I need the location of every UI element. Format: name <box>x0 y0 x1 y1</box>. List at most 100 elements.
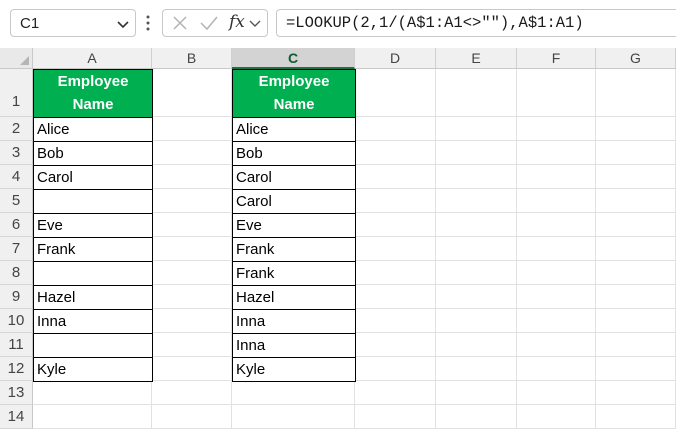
row-header-5[interactable]: 5 <box>0 189 33 213</box>
cell-f1[interactable] <box>517 69 596 117</box>
cell-c2[interactable]: Alice <box>232 117 356 142</box>
chevron-down-icon[interactable] <box>248 16 262 30</box>
row-header-11[interactable]: 11 <box>0 333 33 357</box>
cell-f12[interactable] <box>517 357 596 381</box>
cell-a3[interactable]: Bob <box>33 141 153 166</box>
row-header-2[interactable]: 2 <box>0 117 33 141</box>
column-header-g[interactable]: G <box>596 48 676 69</box>
cell-c7[interactable]: Frank <box>232 237 356 262</box>
cell-c4[interactable]: Carol <box>232 165 356 190</box>
cell-f13[interactable] <box>517 381 596 405</box>
row-header-12[interactable]: 12 <box>0 357 33 381</box>
cell-d1[interactable] <box>355 69 436 117</box>
cell-b12[interactable] <box>152 357 232 381</box>
cell-b13[interactable] <box>152 381 232 405</box>
cell-b9[interactable] <box>152 285 232 309</box>
cell-a12[interactable]: Kyle <box>33 357 153 382</box>
cell-e11[interactable] <box>436 333 517 357</box>
cell-e1[interactable] <box>436 69 517 117</box>
cell-e5[interactable] <box>436 189 517 213</box>
cell-g13[interactable] <box>596 381 676 405</box>
cell-b6[interactable] <box>152 213 232 237</box>
cell-f8[interactable] <box>517 261 596 285</box>
row-header-9[interactable]: 9 <box>0 285 33 309</box>
cell-f3[interactable] <box>517 141 596 165</box>
cell-c8[interactable]: Frank <box>232 261 356 286</box>
cell-b14[interactable] <box>152 405 232 429</box>
cell-c9[interactable]: Hazel <box>232 285 356 310</box>
cell-f4[interactable] <box>517 165 596 189</box>
cell-d4[interactable] <box>355 165 436 189</box>
cell-b3[interactable] <box>152 141 232 165</box>
column-header-a[interactable]: A <box>33 48 152 69</box>
cell-g2[interactable] <box>596 117 676 141</box>
cell-g1[interactable] <box>596 69 676 117</box>
name-box[interactable]: C1 <box>10 9 136 37</box>
cell-a10[interactable]: Inna <box>33 309 153 334</box>
cell-g4[interactable] <box>596 165 676 189</box>
cell-d2[interactable] <box>355 117 436 141</box>
cell-g9[interactable] <box>596 285 676 309</box>
close-icon[interactable] <box>171 14 189 32</box>
cell-g6[interactable] <box>596 213 676 237</box>
cell-e6[interactable] <box>436 213 517 237</box>
cell-d9[interactable] <box>355 285 436 309</box>
cell-a14[interactable] <box>33 405 152 429</box>
cell-d11[interactable] <box>355 333 436 357</box>
cell-f14[interactable] <box>517 405 596 429</box>
cell-d8[interactable] <box>355 261 436 285</box>
column-header-d[interactable]: D <box>355 48 436 69</box>
cell-d7[interactable] <box>355 237 436 261</box>
check-icon[interactable] <box>199 14 219 32</box>
table-header-cell-c1[interactable]: Employee Name <box>232 69 356 118</box>
cell-a9[interactable]: Hazel <box>33 285 153 310</box>
cell-f7[interactable] <box>517 237 596 261</box>
cell-b2[interactable] <box>152 117 232 141</box>
cell-c12[interactable]: Kyle <box>232 357 356 382</box>
cell-a13[interactable] <box>33 381 152 405</box>
table-header-cell-a1[interactable]: Employee Name <box>33 69 153 118</box>
cell-f5[interactable] <box>517 189 596 213</box>
cell-g11[interactable] <box>596 333 676 357</box>
cell-e3[interactable] <box>436 141 517 165</box>
vertical-dots-icon[interactable] <box>143 12 153 34</box>
cell-c13[interactable] <box>232 381 355 405</box>
cell-f6[interactable] <box>517 213 596 237</box>
cell-a2[interactable]: Alice <box>33 117 153 142</box>
cell-b11[interactable] <box>152 333 232 357</box>
fx-icon[interactable]: fx <box>229 12 245 32</box>
cell-b8[interactable] <box>152 261 232 285</box>
row-header-8[interactable]: 8 <box>0 261 33 285</box>
cell-f2[interactable] <box>517 117 596 141</box>
cell-e4[interactable] <box>436 165 517 189</box>
cell-e8[interactable] <box>436 261 517 285</box>
cell-f11[interactable] <box>517 333 596 357</box>
cell-d6[interactable] <box>355 213 436 237</box>
cell-f10[interactable] <box>517 309 596 333</box>
row-header-10[interactable]: 10 <box>0 309 33 333</box>
cell-a11[interactable] <box>33 333 153 358</box>
chevron-down-icon[interactable] <box>115 16 131 32</box>
cell-g7[interactable] <box>596 237 676 261</box>
cell-c10[interactable]: Inna <box>232 309 356 334</box>
cell-b7[interactable] <box>152 237 232 261</box>
cell-b5[interactable] <box>152 189 232 213</box>
cell-e2[interactable] <box>436 117 517 141</box>
cell-d14[interactable] <box>355 405 436 429</box>
cell-e10[interactable] <box>436 309 517 333</box>
cell-d5[interactable] <box>355 189 436 213</box>
row-header-4[interactable]: 4 <box>0 165 33 189</box>
cell-e7[interactable] <box>436 237 517 261</box>
cell-d12[interactable] <box>355 357 436 381</box>
cell-g3[interactable] <box>596 141 676 165</box>
row-header-7[interactable]: 7 <box>0 237 33 261</box>
formula-input[interactable]: =LOOKUP(2,1/(A$1:A1<>""),A$1:A1) <box>276 9 676 37</box>
cell-a6[interactable]: Eve <box>33 213 153 238</box>
row-header-14[interactable]: 14 <box>0 405 33 429</box>
cell-g5[interactable] <box>596 189 676 213</box>
cell-e14[interactable] <box>436 405 517 429</box>
cell-c5[interactable]: Carol <box>232 189 356 214</box>
cell-g8[interactable] <box>596 261 676 285</box>
cell-c6[interactable]: Eve <box>232 213 356 238</box>
cell-a5[interactable] <box>33 189 153 214</box>
